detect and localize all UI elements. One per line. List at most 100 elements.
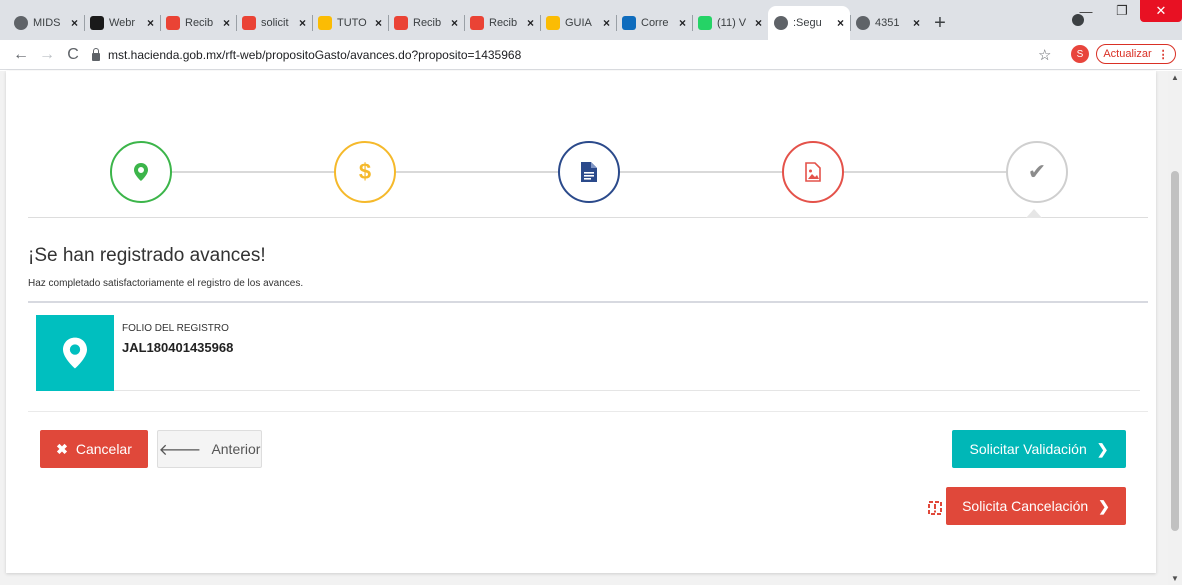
previous-button[interactable]: 🡐 Anterior bbox=[157, 430, 262, 468]
tab-title: GUIA bbox=[565, 17, 592, 29]
more-icon: ⋮ bbox=[1157, 48, 1169, 61]
browser-tab-bar: MIDS × Webr × Recib × solicit × TUTO × Recib × Recib… bbox=[0, 0, 1182, 40]
globe-icon bbox=[856, 16, 870, 30]
close-tab-icon[interactable]: × bbox=[375, 16, 382, 30]
scroll-up-icon[interactable]: ▲ bbox=[1171, 73, 1179, 82]
document-icon bbox=[581, 162, 597, 182]
folio-label: FOLIO DEL REGISTRO bbox=[122, 323, 229, 334]
cancel-label: Cancelar bbox=[75, 441, 132, 457]
browser-tab[interactable]: Webr × bbox=[84, 6, 160, 40]
request-validation-button[interactable]: Solicitar Validación ❯ bbox=[952, 430, 1126, 468]
globe-icon bbox=[14, 16, 28, 30]
back-button[interactable]: ← bbox=[8, 46, 34, 64]
tab-title: solicit bbox=[261, 17, 289, 29]
close-tab-icon[interactable]: × bbox=[679, 16, 686, 30]
tab-title: Corre bbox=[641, 17, 669, 29]
step-complete[interactable]: ✔ bbox=[1006, 141, 1068, 203]
browser-tab[interactable]: Corre × bbox=[616, 6, 692, 40]
close-tab-icon[interactable]: × bbox=[603, 16, 610, 30]
tab-title: TUTO bbox=[337, 17, 367, 29]
minimize-button[interactable]: — bbox=[1068, 0, 1104, 22]
wizard-card: $ ✔ ¡Se han registrado avances! Haz comp… bbox=[6, 71, 1156, 573]
x-icon: ✖ bbox=[56, 440, 68, 457]
bookmark-star-icon[interactable]: ☆ bbox=[1038, 46, 1051, 64]
maximize-button[interactable]: ❐ bbox=[1104, 0, 1140, 22]
drive-icon bbox=[318, 16, 332, 30]
chevron-right-icon: ❯ bbox=[1098, 497, 1110, 514]
step-amount[interactable]: $ bbox=[334, 141, 396, 203]
whatsapp-icon bbox=[698, 16, 712, 30]
update-label: Actualizar bbox=[1103, 48, 1152, 60]
close-tab-icon[interactable]: × bbox=[299, 16, 306, 30]
step-document[interactable] bbox=[558, 141, 620, 203]
lock-icon bbox=[92, 48, 100, 61]
tab-title: Recib bbox=[185, 17, 214, 29]
request-cancellation-label: Solicita Cancelación bbox=[962, 498, 1089, 514]
browser-tab[interactable]: MIDS × bbox=[8, 6, 84, 40]
tab-title: MIDS bbox=[33, 17, 61, 29]
url-field[interactable]: mst.hacienda.gob.mx/rft-web/propositoGas… bbox=[92, 44, 1040, 66]
close-tab-icon[interactable]: × bbox=[451, 16, 458, 30]
content-divider bbox=[28, 411, 1148, 412]
gmail-icon bbox=[242, 16, 256, 30]
update-button[interactable]: Actualizar ⋮ bbox=[1096, 44, 1176, 64]
close-tab-icon[interactable]: × bbox=[755, 16, 762, 30]
close-tab-icon[interactable]: × bbox=[147, 16, 154, 30]
globe-icon bbox=[774, 16, 788, 30]
gmail-icon bbox=[166, 16, 180, 30]
step-location[interactable] bbox=[110, 141, 172, 203]
drive-icon bbox=[546, 16, 560, 30]
outlook-icon bbox=[622, 16, 636, 30]
window-controls: — ❐ ✕ bbox=[1068, 0, 1182, 22]
gmail-icon bbox=[394, 16, 408, 30]
browser-tab[interactable]: Recib × bbox=[388, 6, 464, 40]
folio-box: FOLIO DEL REGISTRO JAL180401435968 bbox=[36, 315, 1140, 391]
request-validation-label: Solicitar Validación bbox=[969, 441, 1087, 457]
gmail-icon bbox=[470, 16, 484, 30]
warning-icon bbox=[928, 501, 942, 515]
tab-title: (11) V bbox=[717, 17, 747, 29]
address-bar: ← → C mst.hacienda.gob.mx/rft-web/propos… bbox=[0, 40, 1182, 70]
browser-tab[interactable]: GUIA × bbox=[540, 6, 616, 40]
tab-title: :Segu bbox=[793, 17, 822, 29]
close-tab-icon[interactable]: × bbox=[913, 16, 920, 30]
cancel-button[interactable]: ✖ Cancelar bbox=[40, 430, 148, 468]
close-tab-icon[interactable]: × bbox=[527, 16, 534, 30]
dollar-icon: $ bbox=[358, 159, 372, 184]
map-marker-icon bbox=[134, 163, 148, 181]
folio-value: JAL180401435968 bbox=[122, 340, 234, 355]
scroll-thumb[interactable] bbox=[1171, 171, 1179, 531]
scroll-down-icon[interactable]: ▼ bbox=[1171, 574, 1179, 583]
browser-tab[interactable]: solicit × bbox=[236, 6, 312, 40]
folio-icon-tile bbox=[36, 315, 114, 391]
tab-title: Recib bbox=[413, 17, 442, 29]
map-marker-icon bbox=[63, 337, 87, 369]
browser-tab[interactable]: Recib × bbox=[160, 6, 236, 40]
forward-button[interactable]: → bbox=[34, 46, 60, 64]
checkmark-icon: ✔ bbox=[1027, 159, 1047, 184]
browser-tab[interactable]: :Segu × bbox=[768, 6, 850, 40]
close-window-button[interactable]: ✕ bbox=[1140, 0, 1182, 22]
page-viewport: $ ✔ ¡Se han registrado avances! Haz comp… bbox=[0, 71, 1182, 585]
step-image[interactable] bbox=[782, 141, 844, 203]
browser-tab[interactable]: TUTO × bbox=[312, 6, 388, 40]
tab-title: 4351 bbox=[875, 17, 900, 29]
reload-button[interactable]: C bbox=[60, 46, 86, 64]
close-tab-icon[interactable]: × bbox=[223, 16, 230, 30]
browser-tab[interactable]: (11) V × bbox=[692, 6, 768, 40]
steps-divider bbox=[28, 217, 1148, 218]
arrow-left-icon: 🡐 bbox=[158, 441, 202, 459]
tab-title: Recib bbox=[489, 17, 518, 29]
webex-icon bbox=[90, 16, 104, 30]
active-step-pointer bbox=[1026, 209, 1042, 218]
new-tab-button[interactable]: + bbox=[926, 6, 954, 40]
tab-title: Webr bbox=[109, 17, 136, 29]
browser-tab[interactable]: 4351 × bbox=[850, 6, 926, 40]
browser-tab[interactable]: Recib × bbox=[464, 6, 540, 40]
profile-avatar[interactable]: S bbox=[1071, 45, 1089, 63]
request-cancellation-button[interactable]: Solicita Cancelación ❯ bbox=[946, 487, 1126, 525]
close-tab-icon[interactable]: × bbox=[837, 16, 844, 30]
page-scrollbar[interactable]: ▲ ▼ bbox=[1168, 71, 1182, 585]
chevron-right-icon: ❯ bbox=[1096, 440, 1109, 457]
close-tab-icon[interactable]: × bbox=[71, 16, 78, 30]
